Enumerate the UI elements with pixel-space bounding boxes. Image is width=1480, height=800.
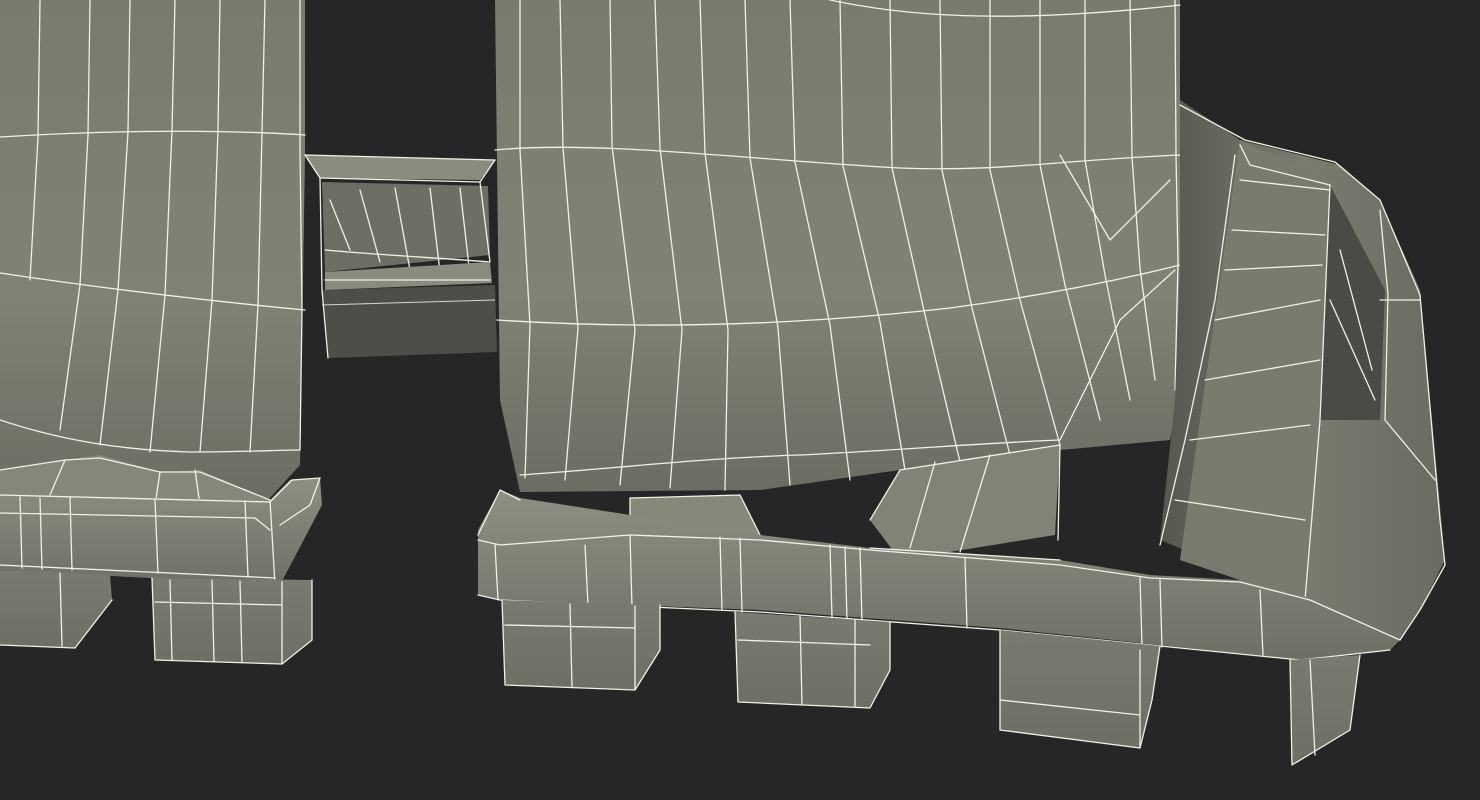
side-wing-right (1159, 100, 1446, 640)
render-viewport (0, 0, 1480, 800)
body-left-block (0, 0, 306, 500)
wireframe-mesh-render (0, 0, 1446, 766)
body-right-block (494, 0, 1181, 492)
doorway-opening (304, 154, 497, 359)
